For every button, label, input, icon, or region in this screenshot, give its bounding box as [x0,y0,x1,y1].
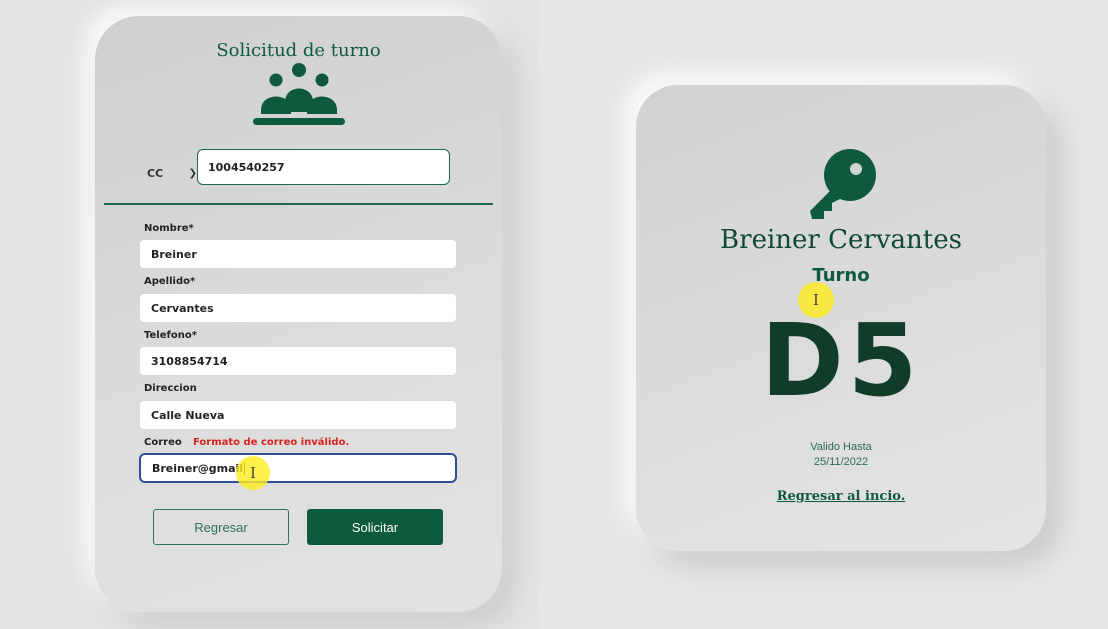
text-cursor-icon: I [250,463,256,482]
key-icon [810,149,876,219]
apellido-input[interactable]: Cervantes [140,294,456,322]
document-type-value: CC [147,166,164,180]
cursor-highlight: I [798,282,834,318]
nombre-input[interactable]: Breiner [140,240,456,268]
correo-label: Correo [144,437,182,448]
correo-error-message: Formato de correo inválido. [193,437,350,448]
ticket-label: Turno [812,265,870,286]
text-cursor-icon: I [813,290,819,309]
cursor-highlight: I [236,456,270,490]
apellido-label: Apellido* [144,276,196,287]
ticket-card: Breiner Cervantes Turno D5 Valido Hasta … [636,85,1046,551]
direccion-input[interactable]: Calle Nueva [140,401,456,429]
regresar-button[interactable]: Regresar [153,509,289,545]
document-type-select[interactable]: CC ❯ [147,161,197,185]
nombre-label: Nombre* [144,223,194,234]
valid-until-label: Valido Hasta [810,441,872,453]
correo-input[interactable]: Breiner@gmail [139,453,457,483]
document-number-input[interactable]: 1004540257 [197,149,450,185]
chevron-down-icon: ❯ [188,167,197,179]
direccion-label: Direccion [144,383,197,394]
form-title: Solicitud de turno [216,40,381,61]
ticket-number: D5 [760,302,922,419]
section-divider [104,203,493,205]
telefono-input[interactable]: 3108854714 [140,347,456,375]
request-form-card: Solicitud de turno CC ❯ 1004540257 Nombr… [95,16,502,612]
telefono-label: Telefono* [144,330,197,341]
valid-until-date: 25/11/2022 [813,456,869,468]
ticket-holder-name: Breiner Cervantes [720,225,962,255]
people-group-icon [253,63,345,125]
correo-input-value: Breiner@gmail [152,461,244,475]
back-to-start-link[interactable]: Regresar al incio. [636,489,1046,504]
solicitar-button[interactable]: Solicitar [307,509,443,545]
